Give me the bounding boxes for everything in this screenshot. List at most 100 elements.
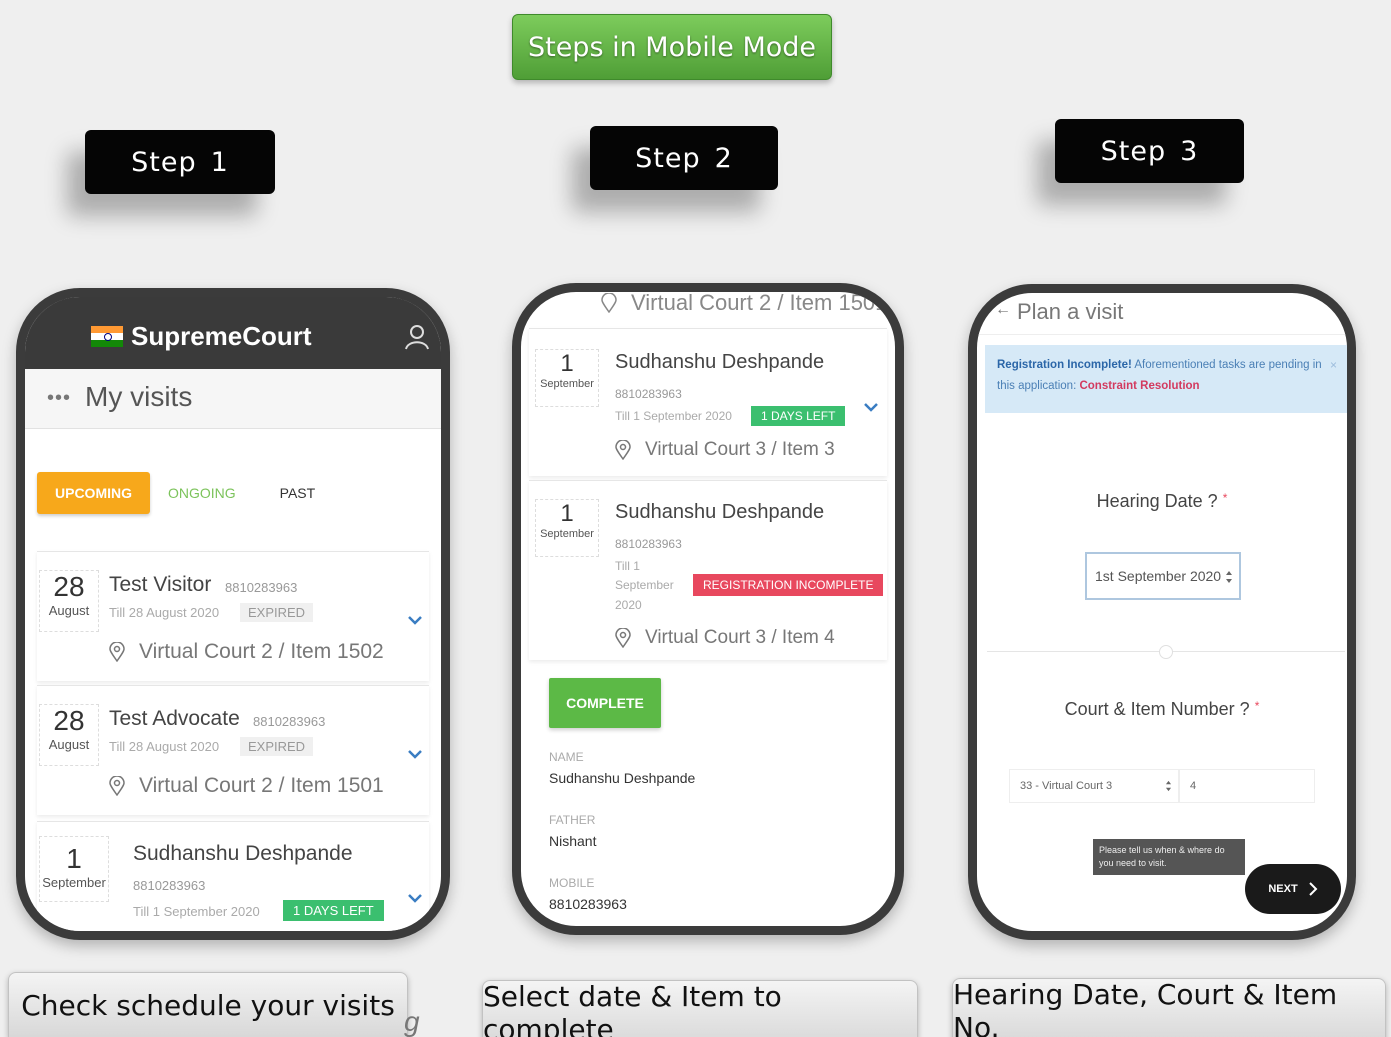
location-pin-icon	[109, 642, 125, 662]
visit-day: 1	[560, 350, 574, 377]
item-number-input[interactable]: 4	[1179, 769, 1315, 803]
visit-till: Till 28 August 2020	[109, 605, 220, 620]
cut-location: Virtual Court 2 / Item 1501	[601, 290, 888, 316]
hearing-date-select[interactable]: 1st September 2020	[1085, 552, 1241, 600]
page-title: My visits	[85, 381, 193, 412]
constraint-resolution-link[interactable]: Constraint Resolution	[1079, 380, 1199, 392]
user-icon[interactable]	[403, 323, 431, 351]
visit-location: Virtual Court 2 / Item 1501	[109, 774, 384, 798]
location-pin-icon	[109, 776, 125, 796]
required-mark: *	[1254, 699, 1260, 713]
step-3-label: Step 3	[1055, 119, 1244, 183]
location-text: Virtual Court 2 / Item 1502	[139, 640, 384, 663]
visitor-phone: 8810283963	[225, 580, 298, 595]
visit-till: Till 1 September 2020	[133, 904, 260, 919]
step-2-label: Step 2	[590, 126, 778, 190]
visit-card[interactable]: 1 September Sudhanshu Deshpande 88102839…	[37, 821, 429, 931]
name-label: NAME	[549, 750, 584, 764]
mobile-mode-banner: Steps in Mobile Mode	[512, 14, 832, 80]
step-1-text: Step	[131, 146, 197, 178]
days-left-badge: 1 DAYS LEFT	[283, 900, 384, 921]
close-icon[interactable]: ×	[1330, 355, 1337, 376]
next-label: NEXT	[1268, 883, 1298, 895]
visit-month: August	[48, 737, 90, 752]
more-icon[interactable]: •••	[47, 387, 71, 410]
visit-till: Till 1	[615, 559, 640, 573]
caption-step-1: Check schedule your visits	[8, 972, 408, 1037]
visit-card[interactable]: 28 August Test Advocate 8810283963 Till …	[37, 685, 429, 815]
my-visits-bar: ••• My visits	[25, 369, 441, 429]
father-label: FATHER	[549, 813, 596, 827]
help-tooltip: Please tell us when & where do you need …	[1093, 839, 1245, 875]
visit-day: 28	[53, 705, 85, 736]
visit-day: 1	[66, 843, 82, 874]
visit-day: 28	[53, 571, 85, 602]
step-3-number: 3	[1180, 135, 1199, 167]
hearing-date-value: 1st September 2020	[1095, 568, 1222, 584]
visit-date: 1 September	[535, 499, 599, 557]
visit-date: 1 September	[39, 836, 109, 902]
status-badge: EXPIRED	[240, 737, 314, 756]
visit-location: Virtual Court 2 / Item 1502	[109, 640, 384, 664]
chevron-down-icon[interactable]	[407, 614, 423, 626]
location-pin-icon	[601, 293, 617, 313]
india-flag-icon	[91, 325, 123, 348]
chevron-down-icon[interactable]	[863, 401, 879, 413]
brand: SupremeCourt	[91, 321, 312, 352]
section-divider	[987, 645, 1345, 659]
select-arrows-icon	[1226, 571, 1232, 583]
visitor-name: Test Visitor	[109, 573, 212, 596]
visit-month: September	[42, 875, 106, 890]
app-header: SupremeCourt	[25, 297, 441, 369]
visit-till: Till 1 September 2020	[615, 409, 732, 423]
step-2-text: Step	[635, 142, 701, 174]
watermark-glyph: g	[404, 1006, 420, 1037]
visitor-name: Test Advocate	[109, 707, 240, 730]
status-badge: EXPIRED	[240, 603, 314, 622]
tab-ongoing[interactable]: ONGOING	[150, 472, 254, 514]
visitor-phone: 8810283963	[133, 878, 206, 893]
chevron-down-icon[interactable]	[407, 892, 423, 904]
visit-card[interactable]: 1 September Sudhanshu Deshpande 88102839…	[529, 480, 887, 660]
visit-card[interactable]: 1 September Sudhanshu Deshpande 88102839…	[529, 328, 887, 476]
visit-till: Till 28 August 2020	[109, 739, 220, 754]
alert-title: Registration Incomplete!	[997, 359, 1132, 371]
court-select[interactable]: 33 - Virtual Court 3	[1009, 769, 1179, 803]
step-1-number: 1	[210, 146, 229, 178]
visit-month: August	[48, 603, 90, 618]
location-text: Virtual Court 2 / Item 1501	[631, 290, 888, 315]
location-pin-icon	[615, 628, 631, 648]
back-arrow-icon[interactable]: ←	[995, 301, 1011, 319]
tab-upcoming[interactable]: UPCOMING	[37, 472, 150, 514]
name-value: Sudhanshu Deshpande	[549, 770, 696, 786]
complete-button[interactable]: COMPLETE	[549, 678, 661, 728]
next-button[interactable]: NEXT	[1245, 864, 1341, 914]
brand-name: SupremeCourt	[131, 321, 312, 351]
hearing-date-label: Hearing Date ? *	[977, 491, 1347, 512]
select-arrows-icon	[1165, 780, 1172, 792]
visit-date: 1 September	[535, 349, 599, 407]
phone-step-1: SupremeCourt ••• My visits UPCOMING ONGO…	[16, 288, 450, 940]
days-left-badge: 1 DAYS LEFT	[751, 406, 846, 426]
visit-card[interactable]: 28 August Test Visitor 8810283963 Till 2…	[37, 551, 429, 681]
visitor-phone: 8810283963	[615, 387, 682, 401]
visit-tabs: UPCOMING ONGOING PAST	[37, 472, 333, 514]
visit-date: 28 August	[39, 704, 99, 766]
visitor-name: Sudhanshu Deshpande	[615, 501, 825, 523]
step-3-text: Step	[1100, 135, 1167, 167]
registration-alert: Registration Incomplete! Aforementioned …	[985, 345, 1347, 413]
chevron-down-icon[interactable]	[407, 748, 423, 760]
visit-location: Virtual Court 3 / Item 4	[615, 627, 835, 649]
phone-step-2: Virtual Court 2 / Item 1501 1 September …	[512, 283, 904, 935]
court-item-text: Court & Item Number ?	[1064, 699, 1250, 719]
phone-step-3: ← Plan a visit Registration Incomplete! …	[968, 284, 1356, 940]
page-title: Plan a visit	[1017, 299, 1124, 324]
mobile-value: 8810283963	[549, 896, 627, 912]
mobile-label: MOBILE	[549, 876, 595, 890]
court-value: 33 - Virtual Court 3	[1020, 780, 1113, 792]
visit-till: 2020	[615, 598, 642, 612]
tab-past[interactable]: PAST	[262, 472, 334, 514]
location-text: Virtual Court 3 / Item 3	[645, 439, 835, 460]
court-item-label: Court & Item Number ? *	[977, 699, 1347, 720]
location-text: Virtual Court 2 / Item 1501	[139, 774, 384, 797]
